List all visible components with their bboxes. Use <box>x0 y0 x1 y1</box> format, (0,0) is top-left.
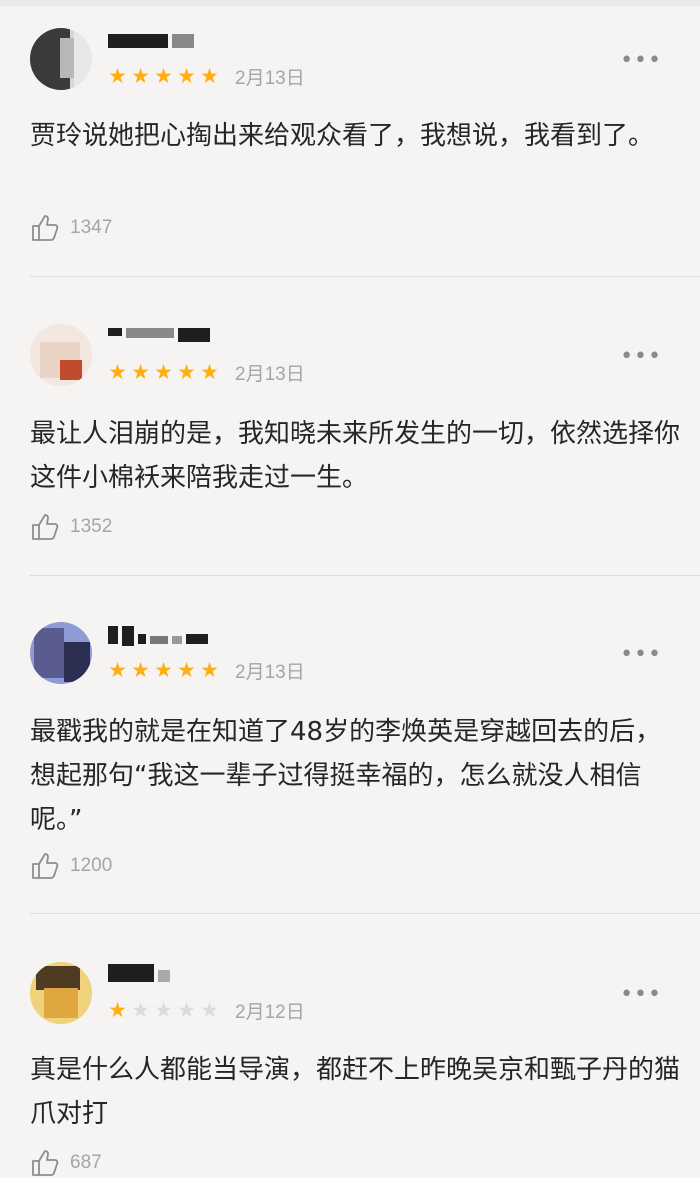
more-options-icon[interactable]: ••• <box>620 50 662 72</box>
comment-text: 最戳我的就是在知道了48岁的李焕英是穿越回去的后，想起那句“我这一辈子过得挺幸福… <box>30 717 662 835</box>
star-icon: ★ <box>154 360 173 384</box>
top-edge <box>0 0 700 6</box>
star-icon: ★ <box>108 658 127 682</box>
like-count: 1352 <box>70 516 113 537</box>
star-icon: ★ <box>131 360 150 384</box>
more-options-icon[interactable]: ••• <box>620 346 662 368</box>
username-redacted <box>108 34 198 54</box>
username-redacted <box>108 626 212 646</box>
thumbs-up-icon <box>32 1150 59 1176</box>
star-rating: ★ ★ ★ ★ ★ 2月12日 <box>106 998 305 1023</box>
like-button[interactable]: 1352 <box>30 512 112 542</box>
like-count: 687 <box>70 1152 102 1173</box>
username-redacted <box>108 328 214 348</box>
star-icon: ★ <box>177 658 196 682</box>
star-icon: ★ <box>177 64 196 88</box>
comment-date: 2月13日 <box>235 67 305 89</box>
comment-date: 2月13日 <box>235 661 305 683</box>
comment-text: 真是什么人都能当导演，都赶不上昨晚吴京和甄子丹的猫爪对打 <box>30 1055 681 1129</box>
like-button[interactable]: 687 <box>30 1148 102 1178</box>
star-icon: ★ <box>154 64 173 88</box>
star-icon: ★ <box>154 658 173 682</box>
star-icon: ★ <box>200 64 219 88</box>
more-options-icon[interactable]: ••• <box>620 644 662 666</box>
more-options-icon[interactable]: ••• <box>620 984 662 1006</box>
avatar[interactable] <box>30 622 92 684</box>
star-icon: ★ <box>177 360 196 384</box>
star-icon: ★ <box>131 658 150 682</box>
like-button[interactable]: 1347 <box>30 213 112 243</box>
thumbs-up-icon <box>32 853 59 879</box>
star-icon: ★ <box>108 998 127 1022</box>
like-count: 1347 <box>70 217 113 238</box>
avatar[interactable] <box>30 324 92 386</box>
avatar[interactable] <box>30 962 92 1024</box>
star-icon: ★ <box>131 64 150 88</box>
star-icon: ★ <box>200 360 219 384</box>
avatar[interactable] <box>30 28 92 90</box>
star-icon: ★ <box>108 360 127 384</box>
like-count: 1200 <box>70 855 113 876</box>
thumbs-up-icon <box>32 514 59 540</box>
star-rating: ★ ★ ★ ★ ★ 2月13日 <box>106 360 305 385</box>
star-icon: ★ <box>108 64 127 88</box>
comment-date: 2月12日 <box>235 1001 305 1023</box>
star-icon: ★ <box>154 998 173 1022</box>
star-icon: ★ <box>131 998 150 1022</box>
star-icon: ★ <box>200 658 219 682</box>
star-rating: ★ ★ ★ ★ ★ 2月13日 <box>106 64 305 89</box>
star-rating: ★ ★ ★ ★ ★ 2月13日 <box>106 658 305 683</box>
like-button[interactable]: 1200 <box>30 851 112 881</box>
thumbs-up-icon <box>32 215 59 241</box>
comment-date: 2月13日 <box>235 363 305 385</box>
divider <box>30 913 700 914</box>
divider <box>30 276 700 277</box>
comment-text: 最让人泪崩的是，我知晓未来所发生的一切，依然选择你这件小棉袄来陪我走过一生。 <box>30 419 681 493</box>
star-icon: ★ <box>200 998 219 1022</box>
comment-text: 贾玲说她把心掏出来给观众看了，我想说，我看到了。 <box>30 121 655 151</box>
star-icon: ★ <box>177 998 196 1022</box>
divider <box>30 575 700 576</box>
username-redacted <box>108 964 174 984</box>
